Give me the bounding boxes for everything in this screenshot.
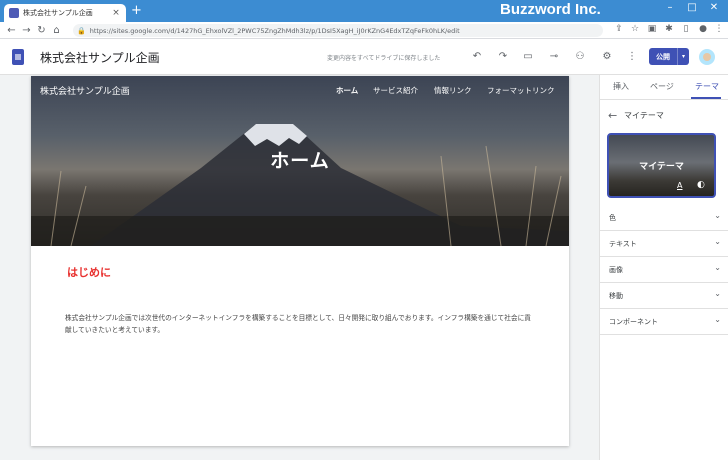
browser-tab[interactable]: 株式会社サンプル企画 × (4, 4, 126, 22)
publish-button[interactable]: 公開 ▾ (649, 48, 689, 65)
preview-icon[interactable]: ▭ (521, 50, 535, 64)
chevron-down-icon: ⌄ (714, 237, 721, 246)
accordion-label: テキスト (609, 240, 637, 248)
tab-title: 株式会社サンプル企画 (23, 9, 93, 17)
theme-card-title: マイテーマ (639, 162, 684, 172)
nav-link-home[interactable]: ホーム (336, 85, 358, 96)
site-name[interactable]: 株式会社サンプル企画 (40, 49, 160, 66)
address-bar-row: ← → ↻ ⌂ 🔒 https://sites.google.com/d/142… (0, 22, 728, 39)
redo-icon[interactable]: ↷ (496, 50, 510, 64)
share-with-others-icon[interactable]: ⚇ (573, 50, 587, 64)
link-icon[interactable]: ⊸ (547, 50, 561, 64)
maximize-icon[interactable]: □ (682, 2, 702, 13)
nav-link-info[interactable]: 情報リンク (434, 85, 472, 96)
tab-insert[interactable]: 挿入 (613, 81, 629, 92)
tab-pages[interactable]: ページ (650, 81, 674, 92)
font-style-icon[interactable]: A (677, 181, 682, 190)
site-header-title[interactable]: 株式会社サンプル企画 (40, 84, 130, 97)
chevron-down-icon: ⌄ (714, 211, 721, 220)
accordion-components[interactable]: コンポーネント ⌄ (600, 309, 728, 335)
close-window-icon[interactable]: ✕ (704, 2, 724, 13)
publish-dropdown-icon[interactable]: ▾ (677, 48, 689, 65)
chevron-down-icon: ⌄ (714, 315, 721, 324)
hero-title[interactable]: ホーム (31, 146, 569, 173)
theme-name: マイテーマ (624, 111, 664, 120)
editor-toolbar: 株式会社サンプル企画 変更内容をすべてドライブに保存しました ↶ ↷ ▭ ⊸ ⚇… (0, 39, 728, 75)
url-text: https://sites.google.com/d/1427hG_EhxolV… (89, 26, 460, 35)
accordion-label: 色 (609, 214, 616, 222)
accordion-label: 移動 (609, 292, 623, 300)
chevron-down-icon: ⌄ (714, 263, 721, 272)
puzzle-icon[interactable]: ✱ (662, 24, 676, 34)
site-page: 株式会社サンプル企画 ホーム サービス紹介 情報リンク フォーマットリンク ホー… (31, 76, 569, 446)
save-status: 変更内容をすべてドライブに保存しました (327, 55, 441, 62)
nav-link-services[interactable]: サービス紹介 (373, 85, 418, 96)
body-paragraph[interactable]: 株式会社サンプル企画では次世代のインターネットインフラを構築することを目標として… (65, 312, 535, 336)
url-input[interactable]: 🔒 https://sites.google.com/d/1427hG_Ehxo… (73, 24, 603, 37)
avatar[interactable] (699, 49, 715, 65)
lock-icon: 🔒 (77, 26, 86, 35)
accordion-navigation[interactable]: 移動 ⌄ (600, 283, 728, 309)
accordion-label: コンポーネント (609, 318, 658, 326)
tab-themes[interactable]: テーマ (695, 81, 719, 92)
accordion-text[interactable]: テキスト ⌄ (600, 231, 728, 257)
accordion-images[interactable]: 画像 ⌄ (600, 257, 728, 283)
back-arrow-icon[interactable]: ← (608, 109, 617, 122)
home-icon[interactable]: ⌂ (49, 25, 64, 36)
hero-banner[interactable]: 株式会社サンプル企画 ホーム サービス紹介 情報リンク フォーマットリンク ホー… (31, 76, 569, 246)
chevron-down-icon: ⌄ (714, 289, 721, 298)
panel-divider (600, 99, 728, 100)
editor-canvas: 株式会社サンプル企画 ホーム サービス紹介 情報リンク フォーマットリンク ホー… (0, 75, 599, 460)
minimize-icon[interactable]: – (660, 2, 680, 13)
accordion-label: 画像 (609, 266, 623, 274)
sites-favicon-icon (9, 8, 19, 18)
share-icon[interactable]: ⇪ (612, 24, 626, 34)
settings-gear-icon[interactable]: ⚙ (600, 50, 614, 64)
profile-icon[interactable]: ● (696, 24, 710, 34)
new-tab-button[interactable]: + (131, 4, 142, 18)
more-options-icon[interactable]: ⋮ (625, 50, 639, 64)
section-heading[interactable]: はじめに (67, 264, 111, 280)
palette-icon[interactable]: ◐ (697, 180, 705, 190)
extension-icon[interactable]: ▣ (645, 24, 659, 34)
tab-close-icon[interactable]: × (111, 8, 121, 18)
nav-link-format[interactable]: フォーマットリンク (487, 85, 555, 96)
sidepanel-icon[interactable]: ▯ (679, 24, 693, 34)
back-icon[interactable]: ← (4, 25, 19, 36)
reload-icon[interactable]: ↻ (34, 25, 49, 36)
menu-icon[interactable]: ⋮ (712, 24, 726, 34)
brand-overlay: Buzzword Inc. (500, 1, 601, 18)
undo-icon[interactable]: ↶ (470, 50, 484, 64)
publish-label: 公開 (656, 52, 670, 61)
theme-panel: 挿入 ページ テーマ ← マイテーマ マイテーマ A ◐ 色 ⌄ テキスト ⌄ … (599, 75, 728, 460)
bookmark-star-icon[interactable]: ☆ (628, 24, 642, 34)
forward-icon[interactable]: → (19, 25, 34, 36)
browser-titlebar: 株式会社サンプル企画 × + Buzzword Inc. – □ ✕ (0, 0, 728, 22)
accordion-colors[interactable]: 色 ⌄ (600, 205, 728, 231)
theme-card[interactable]: マイテーマ A ◐ (607, 133, 716, 198)
google-sites-logo-icon[interactable] (12, 49, 24, 65)
